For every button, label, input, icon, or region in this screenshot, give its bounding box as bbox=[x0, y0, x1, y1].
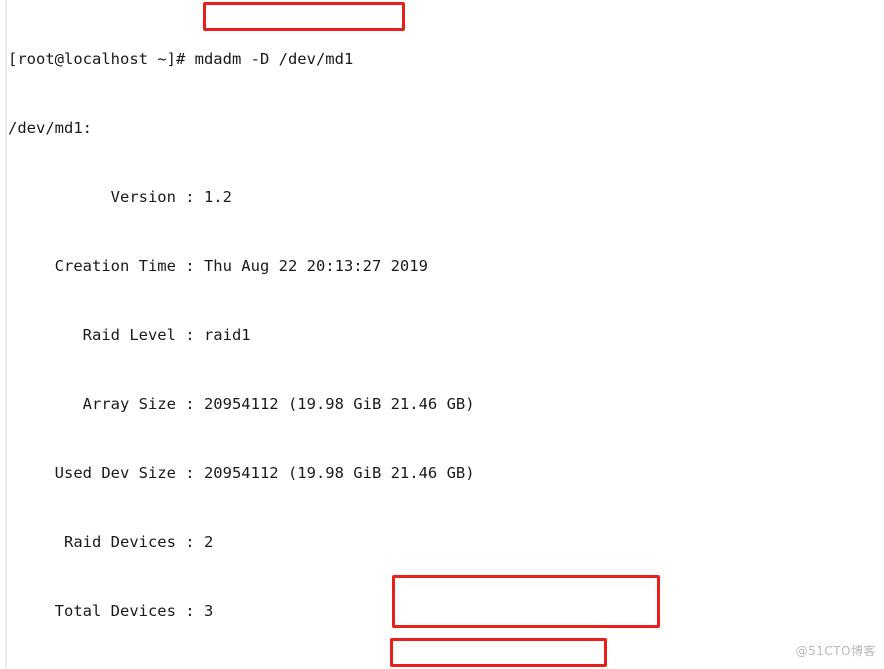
terminal-output[interactable]: [root@localhost ~]# mdadm -D /dev/md1 /d… bbox=[0, 2, 884, 669]
terminal-line-device-header: /dev/md1: bbox=[8, 119, 92, 137]
terminal-screenshot: [root@localhost ~]# mdadm -D /dev/md1 /d… bbox=[0, 0, 884, 669]
terminal-line-version: Version : 1.2 bbox=[8, 188, 232, 206]
terminal-line-raid-level: Raid Level : raid1 bbox=[8, 326, 251, 344]
terminal-line-used-dev-size: Used Dev Size : 20954112 (19.98 GiB 21.4… bbox=[8, 464, 475, 482]
terminal-line-creation-time: Creation Time : Thu Aug 22 20:13:27 2019 bbox=[8, 257, 428, 275]
site-watermark: @51CTO博客 bbox=[795, 644, 876, 658]
terminal-line-array-size: Array Size : 20954112 (19.98 GiB 21.46 G… bbox=[8, 395, 475, 413]
terminal-line-total-devices: Total Devices : 3 bbox=[8, 602, 214, 620]
terminal-line-raid-devices: Raid Devices : 2 bbox=[8, 533, 214, 551]
terminal-line-prompt: [root@localhost ~]# mdadm -D /dev/md1 bbox=[8, 50, 354, 68]
